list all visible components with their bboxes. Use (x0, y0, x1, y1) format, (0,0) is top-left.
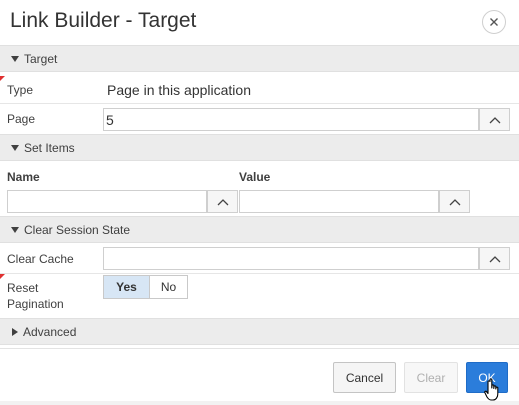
dialog-header: Link Builder - Target (0, 0, 519, 45)
type-value: Page in this application (107, 82, 251, 98)
hand-pointer-cursor (484, 378, 499, 401)
section-target-header[interactable]: Target (0, 45, 519, 72)
chevron-up-icon (489, 116, 500, 123)
reset-pagination-label-line1: Reset (7, 281, 39, 295)
item-name-input[interactable] (7, 190, 207, 213)
chevron-up-icon (489, 255, 500, 262)
dialog-footer: Cancel Clear OK (0, 348, 519, 405)
section-target-label: Target (24, 51, 58, 66)
item-value-input[interactable] (239, 190, 439, 213)
chevron-up-icon (449, 198, 460, 205)
clear-cache-label: Clear Cache (7, 252, 74, 266)
type-label: Type (7, 83, 34, 97)
close-button[interactable] (482, 10, 506, 34)
reset-pagination-toggle: Yes No (103, 275, 188, 299)
set-items-grid: Name Value (0, 161, 519, 217)
triangle-down-icon (11, 144, 19, 151)
item-value-lov-button[interactable] (439, 190, 470, 213)
type-row: Type Page in this application (0, 76, 519, 104)
value-column-header: Value (239, 170, 271, 184)
reset-pagination-row: Reset Pagination Yes No (0, 274, 519, 319)
cancel-button[interactable]: Cancel (333, 362, 396, 393)
triangle-right-icon (12, 327, 18, 336)
close-icon (490, 18, 498, 26)
page-input[interactable]: 5 (103, 108, 479, 131)
triangle-down-icon (11, 226, 19, 233)
required-indicator (0, 76, 5, 81)
no-option[interactable]: No (150, 276, 187, 298)
section-advanced-label: Advanced (23, 324, 77, 339)
item-name-lov-button[interactable] (207, 190, 238, 213)
clear-cache-row: Clear Cache (0, 243, 519, 274)
chevron-up-icon (217, 198, 228, 205)
clear-button[interactable]: Clear (404, 362, 458, 393)
page-lov-button[interactable] (479, 108, 510, 131)
clear-cache-lov-button[interactable] (479, 247, 510, 270)
section-clear-session-label: Clear Session State (24, 222, 131, 237)
link-builder-dialog: Link Builder - Target Target Type Page i… (0, 0, 519, 405)
section-clear-session-header[interactable]: Clear Session State (0, 216, 519, 243)
page-label: Page (7, 112, 36, 126)
bottom-edge (0, 401, 519, 405)
name-column-header: Name (7, 170, 40, 184)
dialog-title: Link Builder - Target (10, 9, 197, 32)
required-indicator (0, 274, 5, 279)
reset-pagination-label-line2: Pagination (7, 297, 64, 311)
section-advanced-header[interactable]: Advanced (0, 318, 519, 345)
yes-option[interactable]: Yes (104, 276, 150, 298)
page-row: Page 5 (0, 104, 519, 135)
section-set-items-label: Set Items (24, 140, 75, 155)
triangle-down-icon (11, 55, 19, 62)
section-set-items-header[interactable]: Set Items (0, 134, 519, 161)
page-input-value: 5 (106, 111, 114, 128)
clear-cache-input[interactable] (103, 247, 479, 270)
